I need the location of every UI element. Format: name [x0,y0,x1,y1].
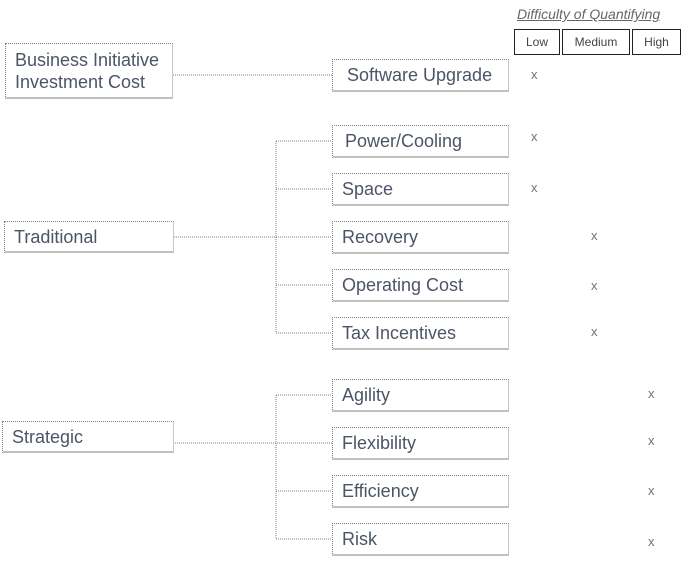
mark-space: x [531,180,538,195]
item-efficiency: Efficiency [332,475,509,508]
mark-recovery: x [591,228,598,243]
column-low: Low [514,29,560,55]
column-high: High [632,29,681,55]
item-tax-incentives: Tax Incentives [332,317,509,350]
mark-risk: x [648,534,655,549]
mark-tax-incentives: x [591,324,598,339]
mark-efficiency: x [648,483,655,498]
mark-operating-cost: x [591,278,598,293]
item-recovery: Recovery [332,221,509,254]
mark-agility: x [648,386,655,401]
item-software-upgrade: Software Upgrade [332,59,509,92]
category-business-initiative: Business Initiative Investment Cost [5,43,173,99]
item-flexibility: Flexibility [332,427,509,460]
category-traditional: Traditional [4,221,174,253]
difficulty-header-title: Difficulty of Quantifying [517,6,661,22]
item-power-cooling: Power/Cooling [332,125,509,158]
item-space: Space [332,173,509,206]
item-agility: Agility [332,379,509,412]
mark-power-cooling: x [531,129,538,144]
column-medium: Medium [562,29,630,55]
mark-flexibility: x [648,433,655,448]
category-strategic: Strategic [2,421,174,453]
mark-software-upgrade: x [531,67,538,82]
item-risk: Risk [332,523,509,556]
item-operating-cost: Operating Cost [332,269,509,302]
